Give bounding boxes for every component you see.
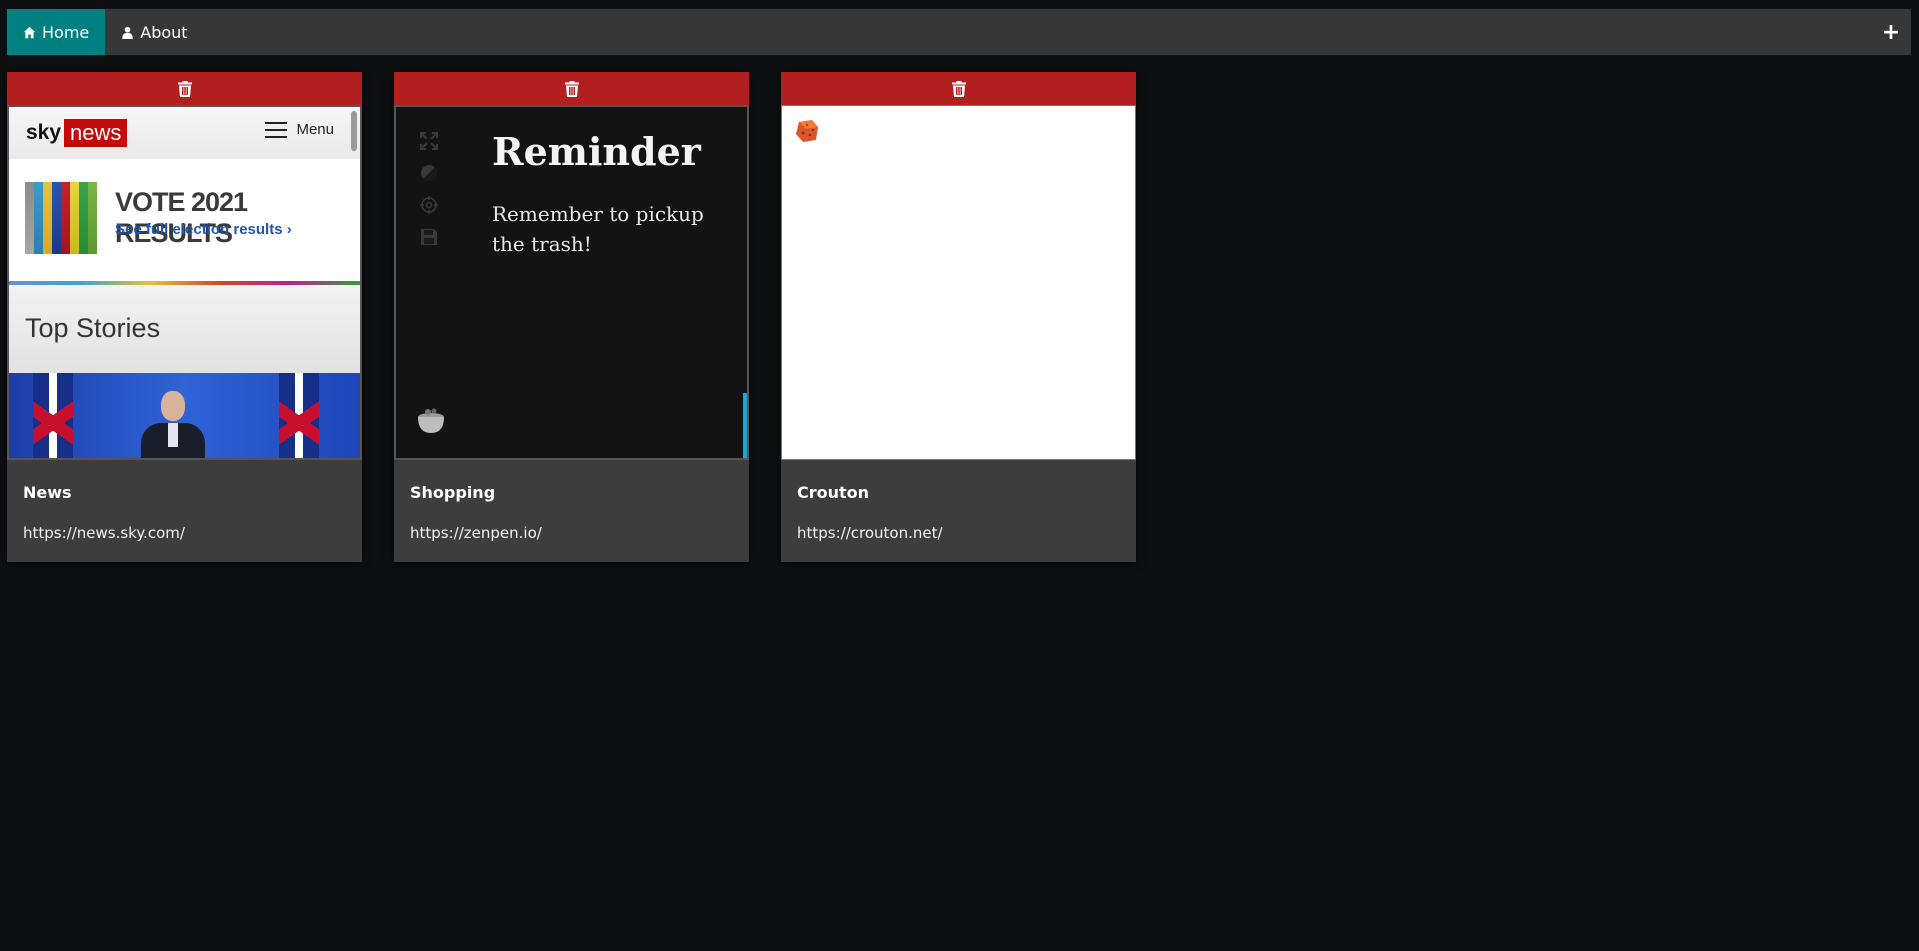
- tile-url: https://news.sky.com/: [23, 524, 185, 542]
- banner-link[interactable]: See full election results ›: [115, 221, 292, 238]
- tile-url: https://crouton.net/: [797, 524, 943, 542]
- section-title: Top Stories: [25, 313, 161, 343]
- hamburger-icon: [265, 121, 288, 138]
- tile-card-news: sky news Menu VOTE 2021 RESULTS See full: [7, 72, 362, 562]
- sky-menu-button[interactable]: Menu: [265, 121, 334, 138]
- tile-card-crouton: Crouton https://crouton.net/: [781, 72, 1136, 562]
- note-heading[interactable]: Reminder: [492, 129, 701, 174]
- nav-about-label: About: [140, 22, 188, 42]
- color-flip-icon[interactable]: [418, 163, 440, 183]
- save-icon[interactable]: [418, 227, 440, 247]
- scroll-indicator: [743, 393, 747, 458]
- flag-image: [33, 373, 73, 458]
- tile-preview-frame[interactable]: sky news Menu VOTE 2021 RESULTS See full: [7, 105, 362, 460]
- sky-news-logo: sky news: [26, 119, 128, 147]
- story-image[interactable]: [9, 373, 360, 458]
- user-icon: [122, 26, 134, 39]
- delete-tile-button[interactable]: [7, 72, 362, 107]
- flag-image: [279, 373, 319, 458]
- plus-icon: +: [1881, 19, 1901, 45]
- nav-home-label: Home: [42, 22, 90, 42]
- top-navbar: Home About +: [7, 9, 1911, 55]
- tile-preview-frame[interactable]: Reminder Remember to pickup the trash!: [394, 105, 749, 460]
- delete-tile-button[interactable]: [394, 72, 749, 107]
- pot-icon[interactable]: [416, 407, 446, 435]
- tile-title: Crouton: [797, 483, 870, 502]
- election-bars-logo: [25, 182, 97, 254]
- note-body[interactable]: Remember to pickup the trash!: [492, 199, 722, 259]
- person-image: [141, 391, 205, 458]
- trash-icon: [177, 80, 192, 97]
- tile-title: News: [23, 483, 72, 502]
- nav-about-link[interactable]: About: [105, 9, 203, 55]
- banner-title: VOTE 2021 RESULTS: [115, 187, 248, 248]
- trash-icon: [564, 80, 579, 97]
- sky-header: sky news Menu: [9, 107, 360, 159]
- target-icon[interactable]: [418, 195, 440, 215]
- delete-tile-button[interactable]: [781, 72, 1136, 107]
- menu-label: Menu: [296, 121, 334, 138]
- zen-toolbar: [418, 131, 440, 247]
- home-icon: [23, 26, 36, 38]
- crouton-icon[interactable]: [794, 118, 820, 144]
- tile-card-shopping: Reminder Remember to pickup the trash! S…: [394, 72, 749, 562]
- tile-info: News https://news.sky.com/: [7, 460, 362, 562]
- add-tile-button[interactable]: +: [1871, 9, 1911, 55]
- scrollbar-thumb[interactable]: [351, 111, 357, 151]
- section-header: Top Stories: [9, 285, 360, 373]
- nav-home-link[interactable]: Home: [7, 9, 106, 55]
- tile-preview-frame[interactable]: [781, 105, 1136, 460]
- trash-icon: [951, 80, 966, 97]
- tile-title: Shopping: [410, 483, 496, 502]
- tile-info: Shopping https://zenpen.io/: [394, 460, 749, 562]
- tile-url: https://zenpen.io/: [410, 524, 542, 542]
- tile-info: Crouton https://crouton.net/: [781, 460, 1136, 562]
- vote-banner[interactable]: VOTE 2021 RESULTS See full election resu…: [9, 159, 360, 285]
- fullscreen-icon[interactable]: [418, 131, 440, 151]
